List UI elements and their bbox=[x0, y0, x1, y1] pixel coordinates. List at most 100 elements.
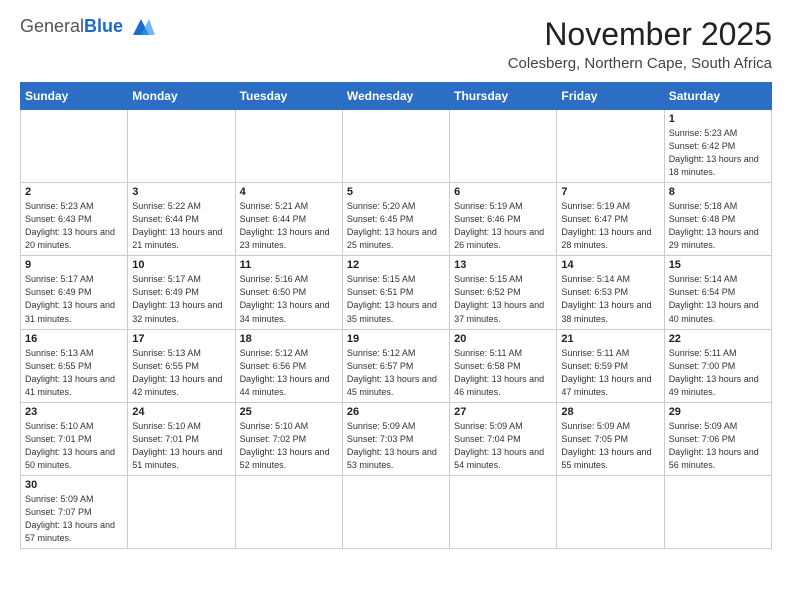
day-info: Sunrise: 5:10 AM Sunset: 7:01 PM Dayligh… bbox=[25, 420, 123, 472]
calendar-day-cell: 17 Sunrise: 5:13 AM Sunset: 6:55 PM Dayli… bbox=[128, 329, 235, 402]
calendar-day-cell: 5 Sunrise: 5:20 AM Sunset: 6:45 PM Daylig… bbox=[342, 183, 449, 256]
day-info: Sunrise: 5:10 AM Sunset: 7:02 PM Dayligh… bbox=[240, 420, 338, 472]
calendar-week-row: 23 Sunrise: 5:10 AM Sunset: 7:01 PM Dayli… bbox=[21, 402, 772, 475]
day-info: Sunrise: 5:23 AM Sunset: 6:42 PM Dayligh… bbox=[669, 127, 767, 179]
day-number: 29 bbox=[669, 406, 767, 418]
day-number: 14 bbox=[561, 259, 659, 271]
calendar-day-cell: 10Sunrise: 5:17 AM Sunset: 6:49 PM Dayli… bbox=[128, 256, 235, 329]
calendar-day-cell: 15 Sunrise: 5:14 AM Sunset: 6:54 PM Dayli… bbox=[664, 256, 771, 329]
calendar-week-row: 2Sunrise: 5:23 AM Sunset: 6:43 PM Daylig… bbox=[21, 183, 772, 256]
day-info: Sunrise: 5:13 AM Sunset: 6:55 PM Dayligh… bbox=[132, 347, 230, 399]
calendar-day-cell: 4 Sunrise: 5:21 AM Sunset: 6:44 PM Daylig… bbox=[235, 183, 342, 256]
logo: General Blue bbox=[20, 16, 155, 37]
day-number: 15 bbox=[669, 259, 767, 271]
calendar-day-cell: 3 Sunrise: 5:22 AM Sunset: 6:44 PM Daylig… bbox=[128, 183, 235, 256]
day-number: 9 bbox=[25, 259, 123, 271]
day-number: 24 bbox=[132, 406, 230, 418]
calendar-day-cell: 1 Sunrise: 5:23 AM Sunset: 6:42 PM Daylig… bbox=[664, 110, 771, 183]
day-of-week-header: Saturday bbox=[664, 83, 771, 110]
month-title: November 2025 bbox=[508, 16, 772, 53]
calendar-day-cell: 16 Sunrise: 5:13 AM Sunset: 6:55 PM Dayli… bbox=[21, 329, 128, 402]
day-number: 25 bbox=[240, 406, 338, 418]
calendar-day-cell: 30 Sunrise: 5:09 AM Sunset: 7:07 PM Dayli… bbox=[21, 475, 128, 548]
day-of-week-header: Wednesday bbox=[342, 83, 449, 110]
day-info: Sunrise: 5:19 AM Sunset: 6:46 PM Dayligh… bbox=[454, 200, 552, 252]
day-number: 10 bbox=[132, 259, 230, 271]
day-number: 19 bbox=[347, 333, 445, 345]
calendar-day-cell: 27 Sunrise: 5:09 AM Sunset: 7:04 PM Dayli… bbox=[450, 402, 557, 475]
calendar-day-cell: 29 Sunrise: 5:09 AM Sunset: 7:06 PM Dayli… bbox=[664, 402, 771, 475]
day-number: 17 bbox=[132, 333, 230, 345]
calendar-day-cell bbox=[21, 110, 128, 183]
day-number: 16 bbox=[25, 333, 123, 345]
logo-blue-text: Blue bbox=[84, 16, 123, 37]
day-number: 1 bbox=[669, 113, 767, 125]
day-info: Sunrise: 5:11 AM Sunset: 6:58 PM Dayligh… bbox=[454, 347, 552, 399]
day-number: 7 bbox=[561, 186, 659, 198]
day-number: 4 bbox=[240, 186, 338, 198]
day-info: Sunrise: 5:19 AM Sunset: 6:47 PM Dayligh… bbox=[561, 200, 659, 252]
day-info: Sunrise: 5:14 AM Sunset: 6:53 PM Dayligh… bbox=[561, 273, 659, 325]
day-info: Sunrise: 5:17 AM Sunset: 6:49 PM Dayligh… bbox=[25, 273, 123, 325]
calendar-day-cell: 22 Sunrise: 5:11 AM Sunset: 7:00 PM Dayli… bbox=[664, 329, 771, 402]
day-info: Sunrise: 5:11 AM Sunset: 6:59 PM Dayligh… bbox=[561, 347, 659, 399]
day-number: 13 bbox=[454, 259, 552, 271]
day-number: 11 bbox=[240, 259, 338, 271]
calendar-day-cell bbox=[235, 110, 342, 183]
calendar-day-cell: 19 Sunrise: 5:12 AM Sunset: 6:57 PM Dayli… bbox=[342, 329, 449, 402]
day-info: Sunrise: 5:20 AM Sunset: 6:45 PM Dayligh… bbox=[347, 200, 445, 252]
day-info: Sunrise: 5:10 AM Sunset: 7:01 PM Dayligh… bbox=[132, 420, 230, 472]
day-info: Sunrise: 5:09 AM Sunset: 7:07 PM Dayligh… bbox=[25, 493, 123, 545]
calendar-day-cell bbox=[557, 110, 664, 183]
day-of-week-header: Friday bbox=[557, 83, 664, 110]
day-info: Sunrise: 5:18 AM Sunset: 6:48 PM Dayligh… bbox=[669, 200, 767, 252]
calendar-day-cell bbox=[450, 110, 557, 183]
day-number: 30 bbox=[25, 479, 123, 491]
day-of-week-header: Thursday bbox=[450, 83, 557, 110]
calendar-day-cell: 28Sunrise: 5:09 AM Sunset: 7:05 PM Dayli… bbox=[557, 402, 664, 475]
day-number: 26 bbox=[347, 406, 445, 418]
day-of-week-header: Monday bbox=[128, 83, 235, 110]
calendar-day-cell: 21Sunrise: 5:11 AM Sunset: 6:59 PM Dayli… bbox=[557, 329, 664, 402]
day-info: Sunrise: 5:22 AM Sunset: 6:44 PM Dayligh… bbox=[132, 200, 230, 252]
calendar-week-row: 1 Sunrise: 5:23 AM Sunset: 6:42 PM Daylig… bbox=[21, 110, 772, 183]
day-info: Sunrise: 5:15 AM Sunset: 6:52 PM Dayligh… bbox=[454, 273, 552, 325]
day-number: 22 bbox=[669, 333, 767, 345]
calendar-day-cell: 18Sunrise: 5:12 AM Sunset: 6:56 PM Dayli… bbox=[235, 329, 342, 402]
day-info: Sunrise: 5:09 AM Sunset: 7:06 PM Dayligh… bbox=[669, 420, 767, 472]
day-info: Sunrise: 5:11 AM Sunset: 7:00 PM Dayligh… bbox=[669, 347, 767, 399]
day-info: Sunrise: 5:14 AM Sunset: 6:54 PM Dayligh… bbox=[669, 273, 767, 325]
day-info: Sunrise: 5:09 AM Sunset: 7:04 PM Dayligh… bbox=[454, 420, 552, 472]
calendar-day-cell: 12Sunrise: 5:15 AM Sunset: 6:51 PM Dayli… bbox=[342, 256, 449, 329]
calendar-day-cell bbox=[128, 475, 235, 548]
calendar-day-cell: 9 Sunrise: 5:17 AM Sunset: 6:49 PM Daylig… bbox=[21, 256, 128, 329]
day-info: Sunrise: 5:12 AM Sunset: 6:57 PM Dayligh… bbox=[347, 347, 445, 399]
calendar-day-cell: 6Sunrise: 5:19 AM Sunset: 6:46 PM Daylig… bbox=[450, 183, 557, 256]
day-of-week-header: Tuesday bbox=[235, 83, 342, 110]
calendar-week-row: 9 Sunrise: 5:17 AM Sunset: 6:49 PM Daylig… bbox=[21, 256, 772, 329]
calendar-day-cell bbox=[235, 475, 342, 548]
day-info: Sunrise: 5:12 AM Sunset: 6:56 PM Dayligh… bbox=[240, 347, 338, 399]
day-number: 5 bbox=[347, 186, 445, 198]
day-number: 12 bbox=[347, 259, 445, 271]
calendar-day-cell: 26Sunrise: 5:09 AM Sunset: 7:03 PM Dayli… bbox=[342, 402, 449, 475]
day-number: 8 bbox=[669, 186, 767, 198]
day-of-week-header: Sunday bbox=[21, 83, 128, 110]
day-number: 27 bbox=[454, 406, 552, 418]
calendar-week-row: 30 Sunrise: 5:09 AM Sunset: 7:07 PM Dayli… bbox=[21, 475, 772, 548]
calendar-day-cell bbox=[342, 475, 449, 548]
calendar-day-cell: 2Sunrise: 5:23 AM Sunset: 6:43 PM Daylig… bbox=[21, 183, 128, 256]
day-info: Sunrise: 5:21 AM Sunset: 6:44 PM Dayligh… bbox=[240, 200, 338, 252]
calendar-day-cell: 11 Sunrise: 5:16 AM Sunset: 6:50 PM Dayli… bbox=[235, 256, 342, 329]
day-info: Sunrise: 5:16 AM Sunset: 6:50 PM Dayligh… bbox=[240, 273, 338, 325]
day-number: 20 bbox=[454, 333, 552, 345]
calendar-table: SundayMondayTuesdayWednesdayThursdayFrid… bbox=[20, 82, 772, 549]
calendar-day-cell: 25 Sunrise: 5:10 AM Sunset: 7:02 PM Dayli… bbox=[235, 402, 342, 475]
day-info: Sunrise: 5:13 AM Sunset: 6:55 PM Dayligh… bbox=[25, 347, 123, 399]
calendar-day-cell: 20 Sunrise: 5:11 AM Sunset: 6:58 PM Dayli… bbox=[450, 329, 557, 402]
day-number: 3 bbox=[132, 186, 230, 198]
day-number: 28 bbox=[561, 406, 659, 418]
calendar-day-cell: 14 Sunrise: 5:14 AM Sunset: 6:53 PM Dayli… bbox=[557, 256, 664, 329]
day-number: 23 bbox=[25, 406, 123, 418]
calendar-day-cell bbox=[128, 110, 235, 183]
